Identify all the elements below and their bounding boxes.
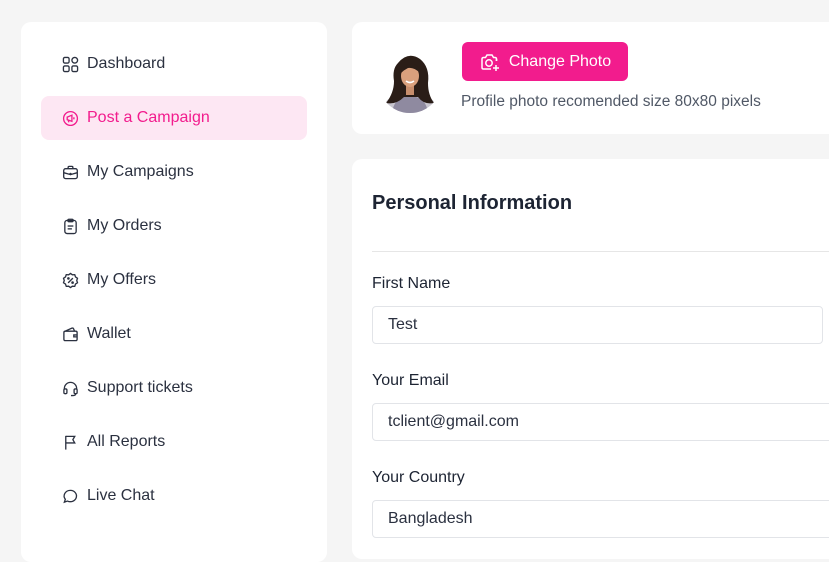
wallet-icon <box>62 326 79 343</box>
email-label: Your Email <box>372 372 449 389</box>
sidebar-item-label: All Reports <box>87 433 166 450</box>
sidebar-item-all-reports[interactable]: All Reports <box>41 420 307 464</box>
photo-size-hint: Profile photo recomended size 80x80 pixe… <box>461 93 761 110</box>
sidebar-item-label: Wallet <box>87 325 131 342</box>
divider <box>372 251 829 252</box>
sidebar-item-support-tickets[interactable]: Support tickets <box>41 366 307 410</box>
sidebar-item-my-offers[interactable]: My Offers <box>41 258 307 302</box>
grid-icon <box>62 56 79 73</box>
sidebar-item-label: My Orders <box>87 217 162 234</box>
first-name-label: First Name <box>372 275 451 292</box>
sidebar-item-dashboard[interactable]: Dashboard <box>41 42 307 86</box>
country-field[interactable] <box>372 500 829 538</box>
flag-icon <box>62 434 79 451</box>
email-field[interactable] <box>372 403 829 441</box>
camera-plus-icon <box>479 51 501 73</box>
sidebar-item-live-chat[interactable]: Live Chat <box>41 474 307 518</box>
sidebar-item-label: Support tickets <box>87 379 193 396</box>
sidebar-item-label: Live Chat <box>87 487 155 504</box>
sidebar-item-label: Post a Campaign <box>87 109 210 126</box>
megaphone-icon <box>62 110 79 127</box>
sidebar: Dashboard Post a Campaign My Campaigns M… <box>21 22 327 562</box>
section-title: Personal Information <box>372 192 573 214</box>
sidebar-item-label: My Offers <box>87 271 157 288</box>
badge-percent-icon <box>62 272 79 289</box>
sidebar-item-my-orders[interactable]: My Orders <box>41 204 307 248</box>
sidebar-item-label: My Campaigns <box>87 163 194 180</box>
briefcase-icon <box>62 164 79 181</box>
clipboard-icon <box>62 218 79 235</box>
chat-bubble-icon <box>62 488 79 505</box>
change-photo-button[interactable]: Change Photo <box>462 42 628 81</box>
sidebar-item-wallet[interactable]: Wallet <box>41 312 307 356</box>
sidebar-item-post-a-campaign[interactable]: Post a Campaign <box>41 96 307 140</box>
first-name-field[interactable] <box>372 306 823 344</box>
headset-icon <box>62 380 79 397</box>
personal-info-card <box>352 159 829 559</box>
sidebar-item-my-campaigns[interactable]: My Campaigns <box>41 150 307 194</box>
avatar <box>378 49 442 113</box>
sidebar-item-label: Dashboard <box>87 55 166 72</box>
country-label: Your Country <box>372 469 465 486</box>
change-photo-label: Change Photo <box>508 52 612 70</box>
